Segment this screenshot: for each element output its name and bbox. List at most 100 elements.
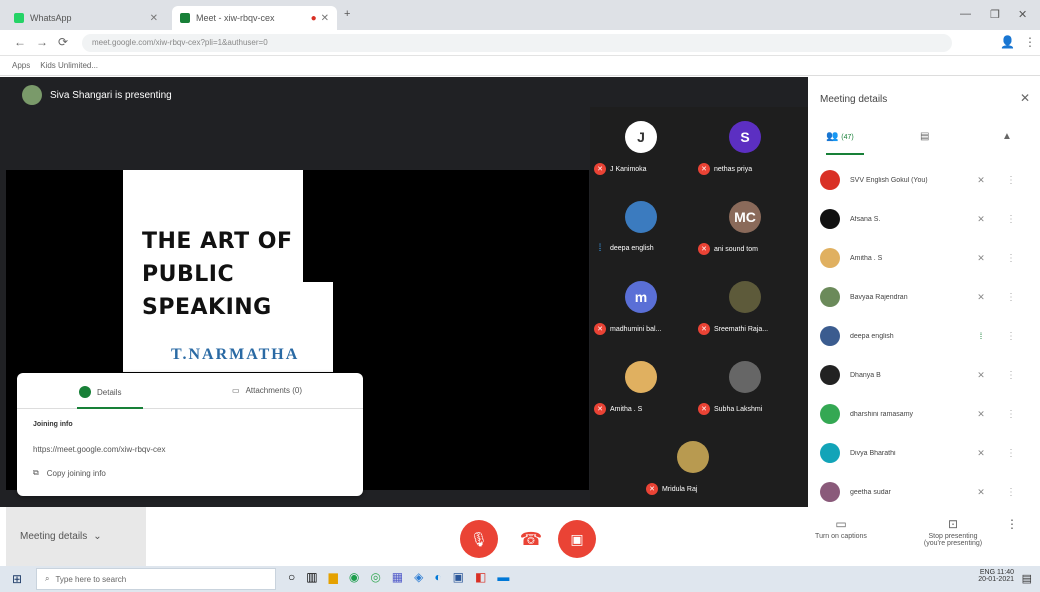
mic-on-icon[interactable]: ⁞ — [974, 331, 988, 341]
participant-row[interactable]: deepa english ⁞ ⋮ — [820, 321, 1030, 351]
forward-arrow-icon[interactable]: → — [36, 35, 48, 49]
more-options-button[interactable]: ⋮ — [992, 517, 1032, 531]
menu-kebab-icon[interactable]: ⋮ — [1006, 487, 1016, 498]
meeting-link[interactable]: https://meet.google.com/xiw-rbqv-cex — [33, 445, 166, 454]
close-tab-icon[interactable]: ✕ — [150, 13, 158, 24]
copy-label: Copy joining info — [46, 468, 106, 478]
participant-row[interactable]: Divya Bharathi ✕ ⋮ — [820, 438, 1030, 468]
menu-kebab-icon[interactable]: ⋮ — [1006, 409, 1016, 420]
tab-attachments[interactable]: ▭ Attachments (0) — [232, 386, 302, 395]
participant-tile[interactable]: ✕ Amitha . S — [590, 347, 694, 423]
task-view-icon[interactable]: ▥ — [306, 570, 317, 584]
avatar: MC — [729, 201, 761, 233]
profile-icon[interactable]: 👤 — [1000, 35, 1015, 49]
bookmark-kids[interactable]: Kids Unlimited... — [40, 61, 98, 70]
mic-off-icon[interactable]: ✕ — [974, 292, 988, 303]
tab-people[interactable]: 👥 (47) — [826, 131, 854, 142]
captions-button[interactable]: ▭ Turn on captions — [806, 517, 876, 540]
participant-tile[interactable]: J ✕ J Kanimoka — [590, 107, 694, 183]
participant-row[interactable]: Afsana S. ✕ ⋮ — [820, 204, 1030, 234]
avatar — [820, 287, 840, 307]
minimize-button[interactable]: — — [960, 8, 971, 20]
participant-tile[interactable]: ✕ Subha Lakshmi — [694, 347, 798, 423]
maximize-button[interactable]: ❐ — [990, 8, 1000, 21]
tab-chat[interactable]: ▤ — [920, 131, 929, 142]
tab-label: Attachments (0) — [245, 386, 303, 395]
close-window-button[interactable]: ✕ — [1018, 8, 1027, 21]
mic-off-icon[interactable]: ✕ — [974, 214, 988, 225]
avatar: J — [625, 121, 657, 153]
word-icon[interactable]: ▣ — [453, 570, 464, 584]
copy-joining-info-button[interactable]: ⧉ Copy joining info — [33, 468, 106, 478]
participant-tile[interactable]: ✕ Mridula Raj — [642, 427, 746, 503]
participant-tile[interactable]: MC ✕ ani sound tom — [694, 187, 798, 263]
menu-kebab-icon[interactable]: ⋮ — [1024, 35, 1036, 49]
edge-icon[interactable]: ◐ — [434, 570, 441, 584]
menu-kebab-icon[interactable]: ⋮ — [1006, 292, 1016, 303]
tab-meet[interactable]: Meet - xiw-rbqv-cex ● ✕ — [172, 6, 337, 30]
avatar: S — [729, 121, 761, 153]
app-icon[interactable]: ◎ — [370, 570, 380, 584]
chrome-icon[interactable]: ◉ — [349, 570, 359, 584]
menu-kebab-icon[interactable]: ⋮ — [1006, 253, 1016, 264]
tab-activities[interactable]: ▲ — [1002, 131, 1012, 142]
participant-tile[interactable]: S ✕ nethas priya — [694, 107, 798, 183]
cortana-icon[interactable]: ○ — [288, 570, 295, 584]
reload-icon[interactable]: ⟳ — [58, 35, 68, 49]
participant-tile[interactable]: ⁞ deepa english — [590, 187, 694, 263]
new-tab-button[interactable]: + — [344, 8, 350, 20]
notification-icon[interactable]: ▤ — [1022, 572, 1032, 585]
mic-off-icon[interactable]: ✕ — [974, 370, 988, 381]
mic-off-icon[interactable]: ✕ — [974, 175, 988, 186]
bookmarks-bar: Apps Kids Unlimited... — [0, 56, 1040, 76]
file-explorer-icon[interactable]: ▆ — [329, 570, 338, 584]
avatar: m — [625, 281, 657, 313]
participant-name-row: ⁞ deepa english — [594, 243, 654, 254]
clock-time[interactable]: 11:40 — [997, 569, 1014, 576]
tab-details[interactable]: Details — [79, 386, 121, 398]
participant-row[interactable]: SVV English Gokul (You) ✕ ⋮ — [820, 165, 1030, 195]
present-button[interactable]: ⊡ Stop presenting (you're presenting) — [918, 517, 988, 547]
menu-kebab-icon[interactable]: ⋮ — [1006, 370, 1016, 381]
participant-name: nethas priya — [714, 165, 753, 173]
photos-icon[interactable]: ▬ — [497, 570, 509, 584]
store-icon[interactable]: ◈ — [414, 570, 423, 584]
participant-row[interactable]: Dhanya B ✕ ⋮ — [820, 360, 1030, 390]
powerpoint-icon[interactable]: ◧ — [475, 570, 486, 584]
menu-kebab-icon[interactable]: ⋮ — [1006, 448, 1016, 459]
participant-row[interactable]: dharshini ramasamy ✕ ⋮ — [820, 399, 1030, 429]
participant-name-row: ✕ Subha Lakshmi — [698, 403, 762, 415]
slide-author: T.NARMATHA — [171, 346, 300, 363]
meeting-details-button[interactable]: Meeting details ⌄ — [6, 507, 146, 566]
camera-toggle-button[interactable]: ▣ — [558, 520, 596, 558]
menu-kebab-icon[interactable]: ⋮ — [1006, 331, 1016, 342]
avatar — [625, 361, 657, 393]
tab-whatsapp[interactable]: WhatsApp ✕ — [6, 6, 166, 30]
participant-row[interactable]: Bavyaa Rajendran ✕ ⋮ — [820, 282, 1030, 312]
participant-name: Bavyaa Rajendran — [850, 293, 908, 301]
language-indicator[interactable]: ENG — [980, 569, 995, 576]
clock-date[interactable]: 20-01-2021 — [978, 576, 1014, 583]
bookmark-apps[interactable]: Apps — [12, 61, 30, 70]
back-arrow-icon[interactable]: ← — [14, 35, 26, 49]
mic-off-icon[interactable]: ✕ — [974, 487, 988, 498]
mic-toggle-button[interactable]: 🎙 — [460, 520, 498, 558]
mic-off-icon[interactable]: ✕ — [974, 253, 988, 264]
avatar — [820, 443, 840, 463]
menu-kebab-icon[interactable]: ⋮ — [1006, 214, 1016, 225]
close-tab-icon[interactable]: ✕ — [321, 13, 329, 24]
taskbar-search-box[interactable]: ⌕ Type here to search — [36, 568, 276, 590]
menu-kebab-icon[interactable]: ⋮ — [1006, 175, 1016, 186]
participant-tile[interactable]: m ✕ madhumini bal... — [590, 267, 694, 343]
participant-tile[interactable]: ✕ Sreemathi Raja... — [694, 267, 798, 343]
windows-start-icon[interactable]: ⊞ — [12, 572, 22, 586]
mic-off-icon[interactable]: ✕ — [974, 409, 988, 420]
mic-off-icon[interactable]: ✕ — [974, 448, 988, 459]
participant-name: SVV English Gokul (You) — [850, 176, 928, 184]
leave-call-button[interactable]: ☎ — [512, 520, 550, 558]
participant-row[interactable]: geetha sudar ✕ ⋮ — [820, 477, 1030, 507]
teams-icon[interactable]: ▦ — [392, 570, 403, 584]
close-icon[interactable]: ✕ — [1020, 91, 1030, 105]
url-input[interactable]: meet.google.com/xiw-rbqv-cex?pli=1&authu… — [82, 34, 952, 52]
participant-row[interactable]: Amitha . S ✕ ⋮ — [820, 243, 1030, 273]
